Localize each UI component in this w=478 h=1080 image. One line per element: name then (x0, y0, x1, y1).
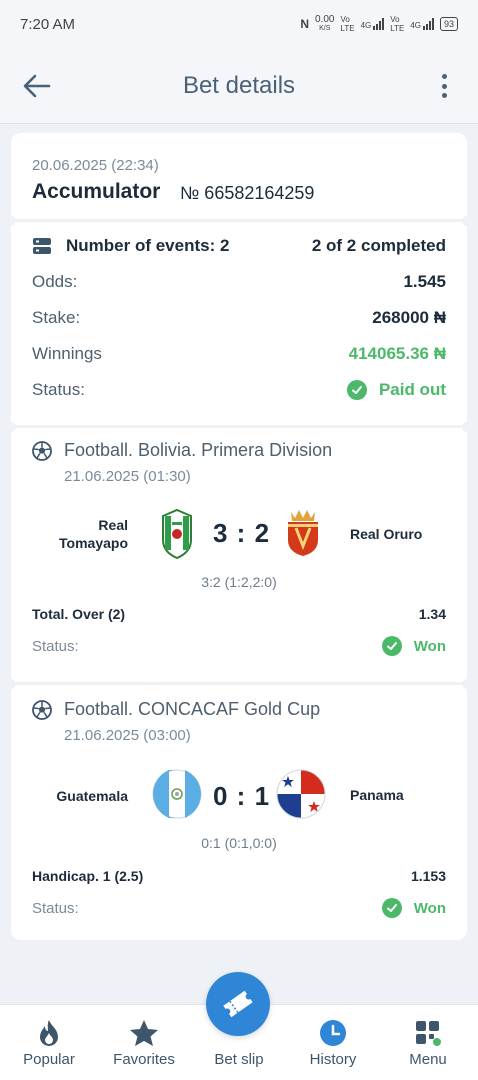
nav-history[interactable]: History (285, 1005, 381, 1080)
nav-popular[interactable]: Popular (1, 1005, 97, 1080)
status-bar: 7:20 AM N 0.00 K/S Vo LTE 4G Vo LTE 4G 93 (0, 0, 478, 48)
volte-icon-2: Vo LTE (390, 15, 405, 33)
stake-row: Stake: 268000 ₦ (32, 308, 446, 328)
nav-favorites-label: Favorites (113, 1051, 175, 1068)
pick-name: Handicap. 1 (2.5) (32, 868, 144, 884)
pick-row: Handicap. 1 (2.5) 1.153 (32, 868, 446, 884)
nfc-icon: N (300, 17, 310, 31)
event-card[interactable]: Football. CONCACAF Gold Cup 21.06.2025 (… (6, 679, 472, 940)
event-datetime: 21.06.2025 (03:00) (64, 727, 191, 744)
network-speed: 0.00 K/S (315, 14, 335, 33)
events-completed: 2 of 2 completed (311, 236, 446, 255)
events-count: Number of events: 2 (66, 236, 230, 255)
nav-popular-label: Popular (23, 1051, 75, 1068)
pick-name: Total. Over (2) (32, 606, 126, 622)
status-label: Status: (32, 380, 85, 399)
signal-icon-2: 4G (410, 18, 434, 30)
team-away: Real Oruro (350, 526, 423, 542)
events-row: Number of events: 2 2 of 2 completed (32, 236, 446, 256)
nav-menu-label: Menu (409, 1051, 447, 1068)
star-icon (130, 1020, 158, 1046)
team-home: Real Tomayapo (59, 517, 128, 551)
grid-menu-icon (416, 1021, 441, 1046)
status-badge: Paid out (346, 380, 446, 400)
bet-datetime: 20.06.2025 (22:34) (32, 157, 159, 174)
event-status-label: Status: (32, 637, 79, 655)
flame-icon (40, 1020, 58, 1046)
check-circle-icon (381, 636, 402, 656)
event-status-badge: Won (381, 898, 446, 918)
team-home: Guatemala (56, 788, 128, 804)
more-options-icon[interactable] (442, 74, 448, 98)
event-league: Football. CONCACAF Gold Cup (32, 699, 320, 720)
winnings-row: Winnings 414065.36 ₦ (32, 344, 446, 364)
page-title: Bet details (182, 71, 296, 99)
nav-history-label: History (309, 1051, 357, 1068)
back-arrow-icon[interactable] (22, 72, 52, 100)
odds-value: 1.545 (403, 272, 446, 291)
match-score: 0 : 1 (213, 781, 271, 811)
real-oruro-logo (288, 510, 318, 556)
status-row: Status: Paid out (32, 380, 446, 400)
app-bar: Bet details (0, 48, 478, 124)
match-score: 3 : 2 (213, 518, 271, 548)
pick-row: Total. Over (2) 1.34 (32, 606, 446, 622)
pick-odds: 1.34 (418, 606, 446, 622)
signal-icon: 4G (361, 18, 385, 30)
stake-value: 268000 ₦ (372, 308, 446, 327)
event-status-row: Status: Won (32, 898, 446, 918)
stake-label: Stake: (32, 308, 81, 327)
real-tomayapo-logo (162, 508, 192, 560)
event-status-label: Status: (32, 899, 79, 917)
bet-summary-card: Number of events: 2 2 of 2 completed Odd… (6, 216, 472, 425)
battery-icon: 93 (439, 17, 458, 31)
nav-favorites[interactable]: Favorites (96, 1005, 192, 1080)
guatemala-flag-icon (152, 769, 202, 819)
check-circle-icon (381, 898, 402, 918)
event-card[interactable]: Football. Bolivia. Primera Division 21.0… (6, 422, 472, 682)
bet-number: № 66582164259 (180, 183, 315, 203)
check-circle-icon (346, 380, 367, 400)
event-status-badge: Won (381, 636, 446, 656)
odds-row: Odds: 1.545 (32, 272, 446, 292)
events-list-icon (33, 238, 51, 254)
bet-slip-button[interactable] (206, 972, 270, 1036)
bet-type: Accumulator (32, 180, 161, 203)
football-icon (32, 440, 52, 461)
odds-label: Odds: (32, 272, 78, 291)
event-league: Football. Bolivia. Primera Division (32, 440, 332, 461)
winnings-value: 414065.36 ₦ (348, 344, 446, 363)
bet-header-card: 20.06.2025 (22:34) Accumulator № 6658216… (11, 133, 467, 219)
ticket-icon (223, 990, 253, 1018)
pick-odds: 1.153 (410, 868, 446, 884)
clock-icon (320, 1020, 346, 1046)
nav-bet-slip-label: Bet slip (214, 1051, 264, 1068)
event-datetime: 21.06.2025 (01:30) (64, 468, 191, 485)
winnings-label: Winnings (32, 344, 102, 363)
nav-menu[interactable]: Menu (380, 1005, 476, 1080)
panama-flag-icon (276, 769, 326, 819)
team-away: Panama (350, 787, 404, 803)
status-time: 7:20 AM (20, 15, 76, 33)
football-icon (32, 699, 52, 720)
volte-icon: Vo LTE (340, 15, 355, 33)
status-icons: N 0.00 K/S Vo LTE 4G Vo LTE 4G 93 (300, 15, 458, 33)
score-detail: 0:1 (0:1,0:0) (201, 835, 277, 851)
score-detail: 3:2 (1:2,2:0) (201, 574, 277, 590)
event-status-row: Status: Won (32, 636, 446, 656)
